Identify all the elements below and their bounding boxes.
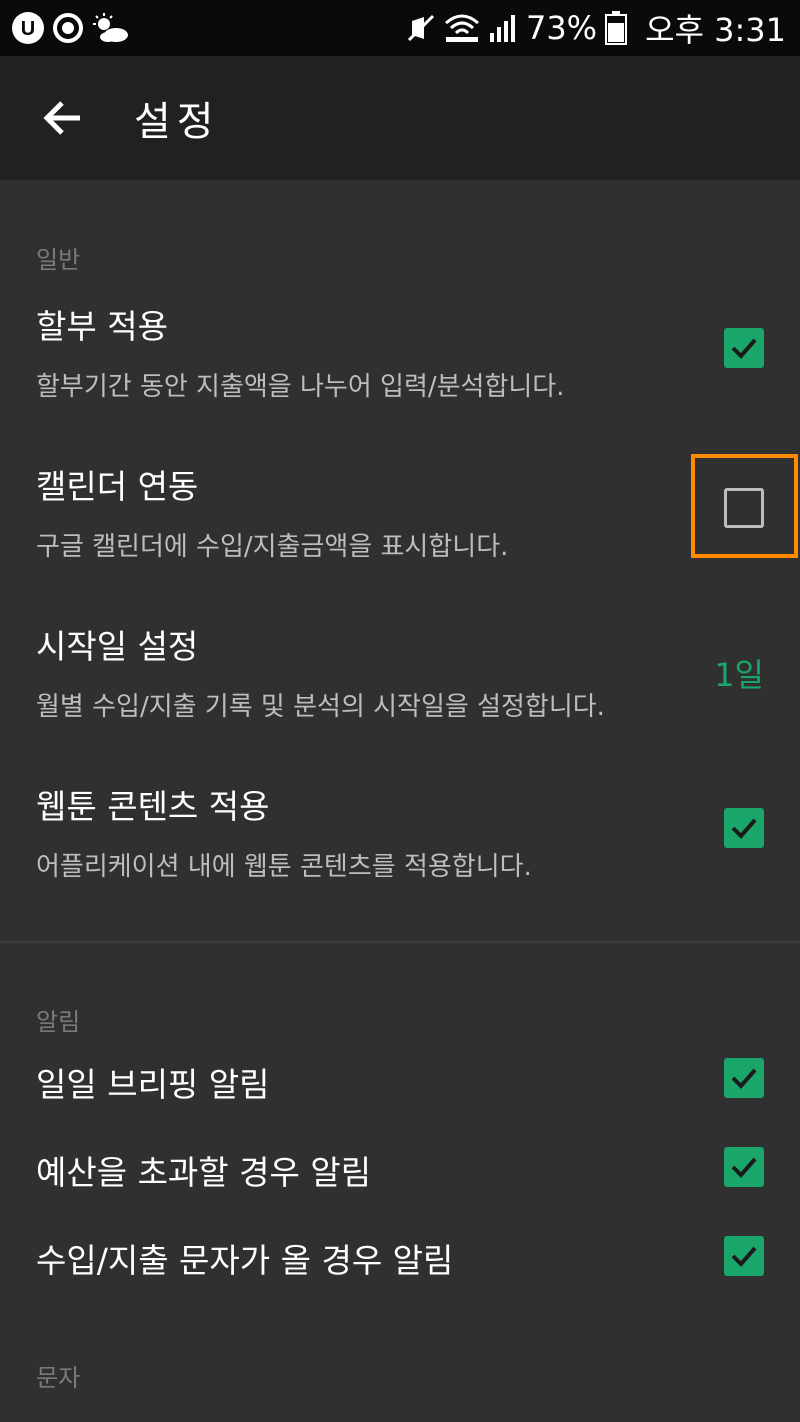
uplus-icon: U [12,12,44,44]
setting-budget-exceeded[interactable]: 예산을 초과할 경우 알림 [0,1128,800,1212]
section-header-notifications: 알림 [36,1008,81,1036]
wifi-icon [444,14,479,42]
setting-start-day[interactable]: 시작일 설정 월별 수입/지출 기록 및 분석의 시작일을 설정합니다. 1일 [0,600,800,740]
clock: 오후 3:31 [645,11,786,49]
arrow-back-icon [43,101,80,135]
setting-summary: 어플리케이션 내에 웹툰 콘텐츠를 적용합니다. [36,852,532,882]
check-icon [731,1068,757,1089]
budget-exceeded-checkbox[interactable] [724,1147,764,1187]
webtoon-content-checkbox[interactable] [724,808,764,848]
status-bar: U 73% 오후 3:31 [0,0,800,56]
daily-briefing-checkbox[interactable] [724,1058,764,1098]
circle-app-icon [53,13,83,43]
sms-alert-checkbox[interactable] [724,1236,764,1276]
setting-title: 할부 적용 [36,307,168,346]
section-divider [0,941,800,943]
highlight-box [691,454,798,558]
app-bar: 설정 [0,56,800,180]
installment-checkbox[interactable] [724,328,764,368]
setting-summary: 월별 수입/지출 기록 및 분석의 시작일을 설정합니다. [36,692,605,722]
svg-text:U: U [21,18,35,40]
signal-icon [489,15,515,42]
setting-webtoon-content[interactable]: 웹툰 콘텐츠 적용 어플리케이션 내에 웹툰 콘텐츠를 적용합니다. [0,760,800,900]
check-icon [731,1157,757,1178]
battery-percent: 73% [525,9,598,47]
setting-summary: 할부기간 동안 지출액을 나누어 입력/분석합니다. [36,372,565,402]
setting-summary: 구글 캘린더에 수입/지출금액을 표시합니다. [36,532,509,562]
section-header-general: 일반 [36,246,81,274]
check-icon [731,1246,757,1267]
setting-title: 시작일 설정 [36,627,199,666]
start-day-value: 1일 [714,656,764,694]
setting-title: 일일 브리핑 알림 [36,1065,270,1104]
setting-installment[interactable]: 할부 적용 할부기간 동안 지출액을 나누어 입력/분석합니다. [0,280,800,420]
setting-title: 웹툰 콘텐츠 적용 [36,787,270,826]
battery-icon [605,11,628,45]
page-title: 설정 [134,99,220,145]
section-header-sms: 문자 [36,1364,81,1392]
check-icon [731,338,757,359]
setting-title: 캘린더 연동 [36,467,199,506]
setting-daily-briefing[interactable]: 일일 브리핑 알림 [0,1040,800,1124]
system-indicators: 73% 오후 3:31 [406,6,786,50]
setting-title: 예산을 초과할 경우 알림 [36,1153,372,1192]
setting-calendar-sync[interactable]: 캘린더 연동 구글 캘린더에 수입/지출금액을 표시합니다. [0,440,800,580]
setting-title: 수입/지출 문자가 올 경우 알림 [36,1241,454,1280]
back-button[interactable] [30,86,94,150]
check-icon [731,818,757,839]
notification-icons: U [10,10,130,46]
vibrate-mute-icon [407,14,435,42]
weather-icon [93,13,128,42]
setting-sms-alert[interactable]: 수입/지출 문자가 올 경우 알림 [0,1216,800,1300]
